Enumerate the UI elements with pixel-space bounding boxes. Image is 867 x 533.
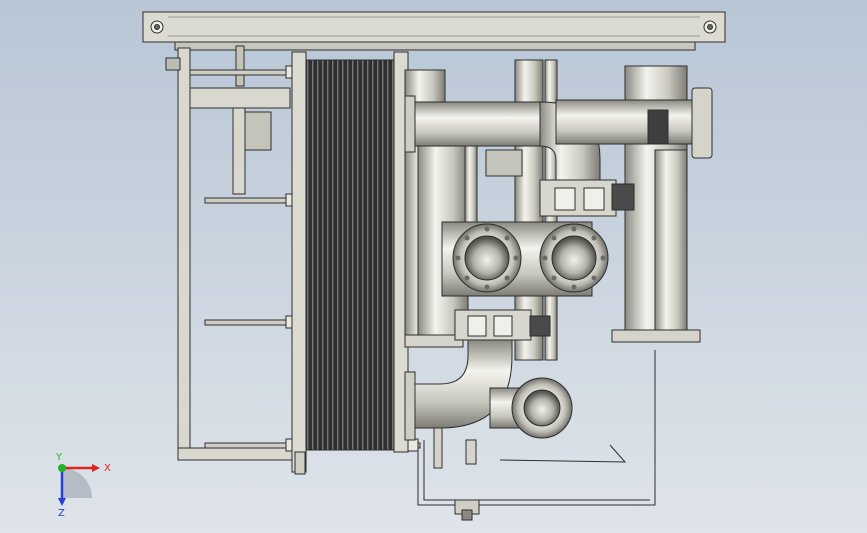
plate-pack [291,51,409,475]
support-frame [165,45,294,461]
port-flanges [441,221,609,297]
z-axis-label: Z [58,508,65,519]
y-axis-dot [58,464,66,472]
top-beam [142,11,726,51]
heat-exchanger-model: X Y Z [55,11,726,521]
x-axis-label: X [104,463,111,474]
axis-triad: X Y Z [55,452,111,519]
y-axis-label: Y [55,452,63,463]
cad-viewport[interactable]: X Y Z [0,0,867,533]
